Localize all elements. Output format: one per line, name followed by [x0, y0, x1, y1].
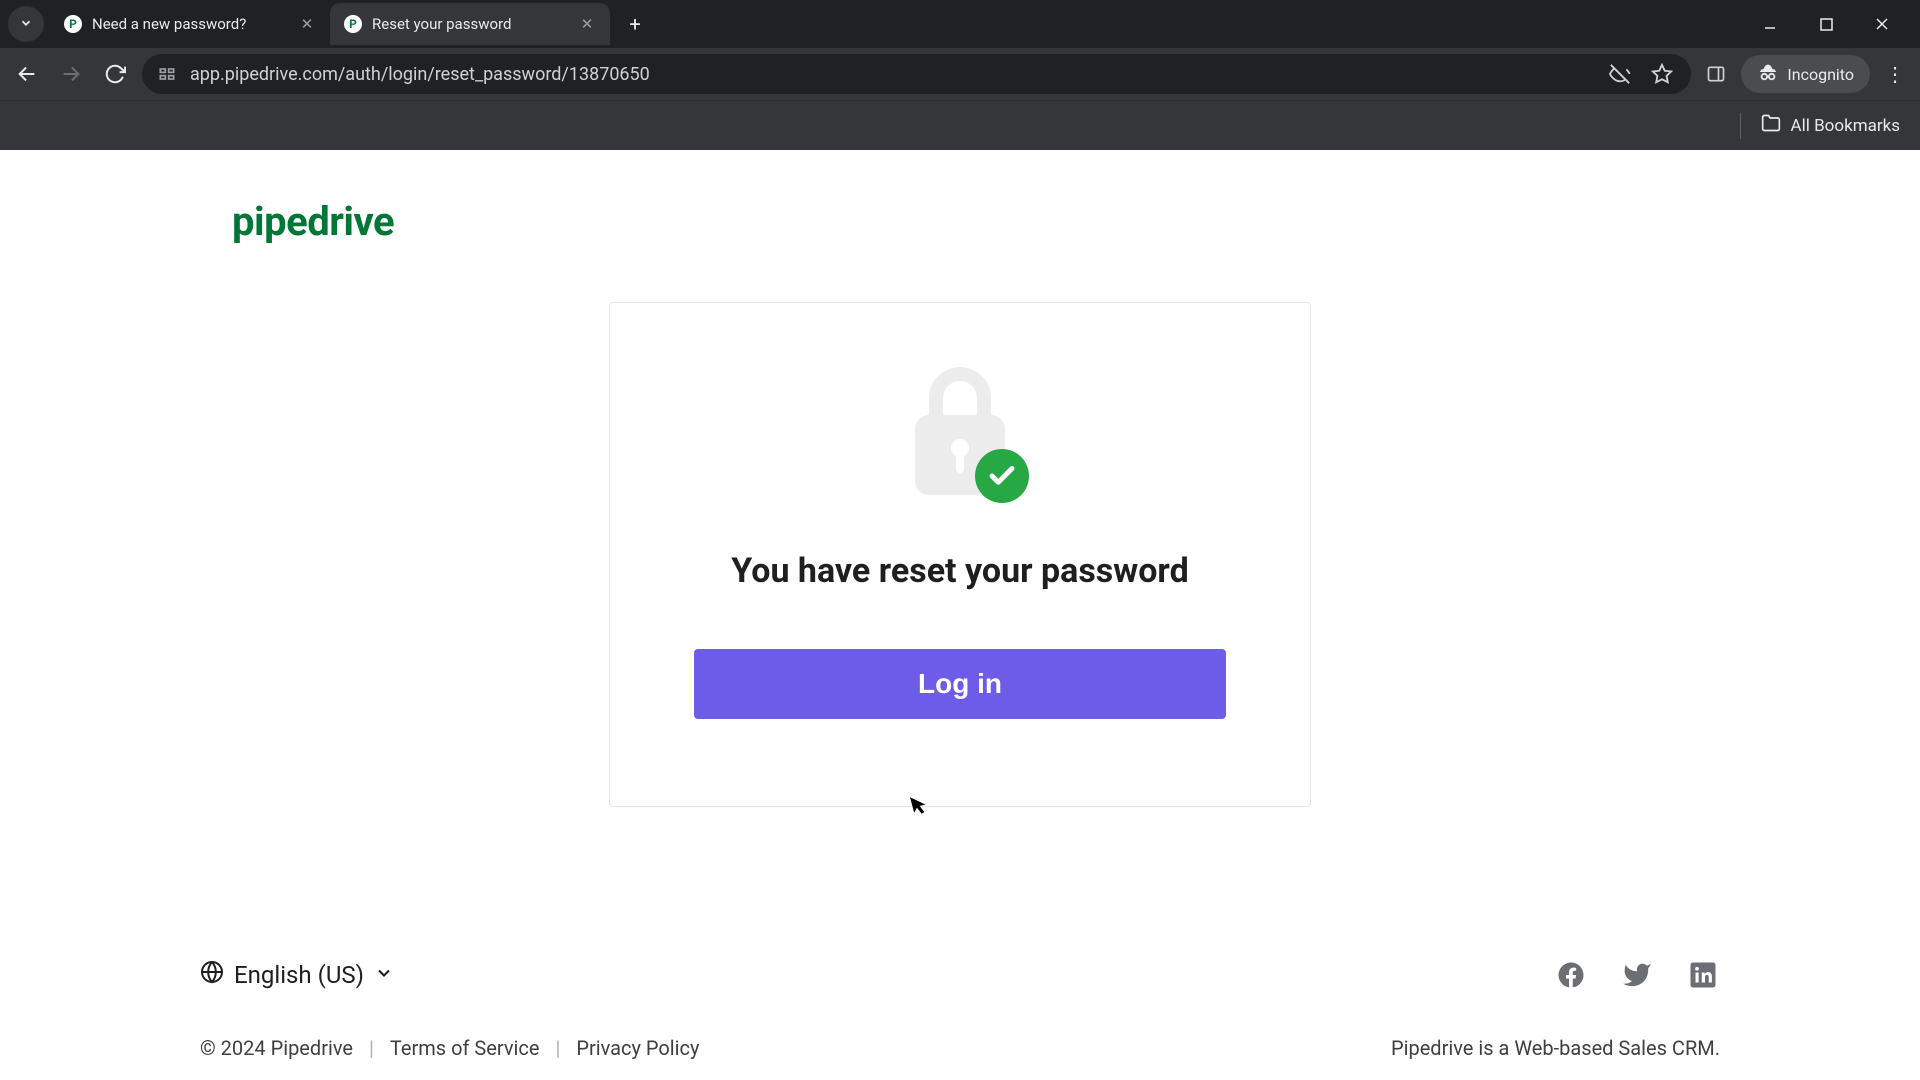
- tab-reset-password[interactable]: P Reset your password ✕: [330, 3, 610, 45]
- copyright-text: © 2024 Pipedrive: [200, 1036, 353, 1060]
- pipedrive-favicon: P: [64, 15, 82, 33]
- privacy-link[interactable]: Privacy Policy: [576, 1036, 699, 1060]
- close-icon[interactable]: ✕: [298, 15, 316, 33]
- chevron-down-icon: [19, 15, 33, 34]
- facebook-icon[interactable]: [1554, 958, 1588, 992]
- close-window-button[interactable]: [1868, 10, 1896, 38]
- language-label: English (US): [234, 961, 364, 989]
- back-button[interactable]: [10, 57, 44, 91]
- maximize-button[interactable]: [1812, 10, 1840, 38]
- browser-chrome: P Need a new password? ✕ P Reset your pa…: [0, 0, 1920, 150]
- reload-button[interactable]: [98, 57, 132, 91]
- language-selector[interactable]: English (US): [200, 960, 394, 990]
- eye-off-icon[interactable]: [1605, 59, 1635, 89]
- new-tab-button[interactable]: +: [618, 7, 652, 41]
- chevron-down-icon: [374, 961, 394, 989]
- incognito-icon: [1757, 61, 1779, 87]
- pipedrive-favicon: P: [344, 15, 362, 33]
- tagline-text: Pipedrive is a Web-based Sales CRM.: [1391, 1036, 1720, 1060]
- reset-success-card: You have reset your password Log in: [609, 302, 1311, 807]
- all-bookmarks-label: All Bookmarks: [1791, 116, 1900, 136]
- twitter-icon[interactable]: [1620, 958, 1654, 992]
- tab-title: Reset your password: [372, 15, 568, 33]
- tab-strip: P Need a new password? ✕ P Reset your pa…: [0, 0, 1920, 48]
- legal-links: © 2024 Pipedrive | Terms of Service | Pr…: [200, 1036, 699, 1060]
- divider: [1740, 113, 1741, 139]
- folder-icon: [1761, 113, 1781, 138]
- separator: |: [555, 1036, 560, 1060]
- success-check-icon: [975, 449, 1029, 503]
- tab-search-dropdown[interactable]: [8, 6, 44, 42]
- minimize-button[interactable]: [1756, 10, 1784, 38]
- side-panel-icon[interactable]: [1701, 59, 1731, 89]
- terms-link[interactable]: Terms of Service: [390, 1036, 540, 1060]
- browser-menu-button[interactable]: ⋮: [1880, 62, 1910, 86]
- linkedin-icon[interactable]: [1686, 958, 1720, 992]
- page-content: pipedrive You have reset your password L…: [0, 150, 1920, 1080]
- separator: |: [369, 1036, 374, 1060]
- lock-keyslot-icon: [956, 451, 964, 473]
- incognito-badge[interactable]: Incognito: [1741, 55, 1870, 93]
- incognito-label: Incognito: [1787, 65, 1854, 84]
- forward-button[interactable]: [54, 57, 88, 91]
- success-heading: You have reset your password: [731, 551, 1188, 591]
- social-links: [1554, 958, 1720, 992]
- bookmarks-bar: All Bookmarks: [0, 100, 1920, 150]
- lock-success-illustration: [905, 359, 1015, 499]
- window-controls: [1756, 10, 1912, 38]
- toolbar: app.pipedrive.com/auth/login/reset_passw…: [0, 48, 1920, 100]
- all-bookmarks-link[interactable]: All Bookmarks: [1761, 113, 1900, 138]
- tab-title: Need a new password?: [92, 15, 288, 33]
- close-icon[interactable]: ✕: [578, 15, 596, 33]
- bookmark-star-icon[interactable]: [1647, 59, 1677, 89]
- url-text: app.pipedrive.com/auth/login/reset_passw…: [190, 64, 1593, 85]
- login-button[interactable]: Log in: [694, 649, 1226, 719]
- pipedrive-logo: pipedrive: [232, 198, 394, 245]
- site-settings-icon[interactable]: [156, 63, 178, 85]
- tab-need-password[interactable]: P Need a new password? ✕: [50, 3, 330, 45]
- page-footer: English (US) © 2024 Pipedrive: [0, 958, 1920, 1060]
- globe-icon: [200, 960, 224, 990]
- address-bar[interactable]: app.pipedrive.com/auth/login/reset_passw…: [142, 54, 1691, 94]
